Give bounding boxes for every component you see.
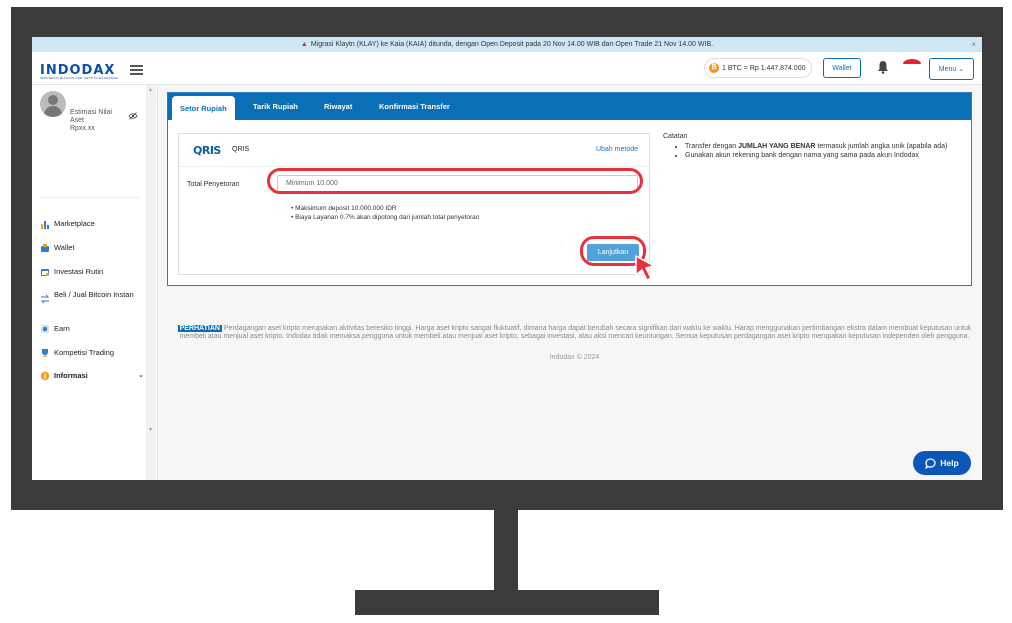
tab-tarik-rupiah[interactable]: Tarik Rupiah bbox=[253, 93, 298, 120]
deposit-card: Setor Rupiah Tarik Rupiah Riwayat Konfir… bbox=[167, 92, 972, 286]
copyright: Indodax © 2024 bbox=[549, 354, 600, 361]
sidebar-scrollbar[interactable]: ▲ ▼ bbox=[146, 85, 156, 480]
wallet-button[interactable]: Wallet bbox=[823, 58, 861, 78]
tab-konfirmasi-transfer[interactable]: Konfirmasi Transfer bbox=[379, 93, 450, 120]
catatan-item1-prefix: Transfer dengan bbox=[685, 143, 739, 150]
menu-button-label: Menu bbox=[938, 65, 957, 73]
announcement-close-button[interactable]: × bbox=[971, 40, 976, 49]
sidebar-item-beli-jual-instan[interactable]: Beli / Jual Bitcoin Instan bbox=[40, 290, 144, 304]
sidebar-item-investasi-rutin[interactable]: Investasi Rutin bbox=[40, 267, 144, 277]
deposit-note: Biaya Layanan 0.7% akan dipotong dari ju… bbox=[291, 213, 479, 222]
menu-button[interactable]: Menu ⌄ bbox=[929, 58, 974, 80]
monitor-stand-neck bbox=[494, 510, 518, 590]
tab-setor-rupiah[interactable]: Setor Rupiah bbox=[172, 96, 235, 120]
eye-slash-icon[interactable] bbox=[128, 112, 138, 120]
help-button[interactable]: Help bbox=[913, 451, 971, 475]
catatan-list: Transfer dengan JUMLAH YANG BENAR termas… bbox=[663, 142, 963, 160]
catatan-item1-bold: JUMLAH YANG BENAR bbox=[738, 143, 816, 150]
estimasi-value: Rpxx.xx bbox=[70, 125, 95, 132]
hamburger-menu-icon[interactable] bbox=[130, 65, 143, 75]
chevron-down-icon: ⌄ bbox=[138, 372, 144, 379]
amount-label: Total Penyetoran bbox=[187, 181, 240, 188]
sidebar-item-wallet[interactable]: Wallet bbox=[40, 243, 144, 253]
deposit-method-label: QRIS bbox=[232, 146, 250, 153]
estimasi-label: Estimasi Nilai Aset bbox=[70, 109, 113, 124]
logo-subtitle: INDONESIA BITCOIN AND CRYPTO EXCHANGE bbox=[40, 76, 119, 80]
perhatian-badge: PERHATIAN bbox=[177, 325, 222, 332]
sidebar-item-label: Marketplace bbox=[54, 219, 95, 228]
trophy-icon bbox=[40, 348, 50, 358]
estimasi-nilai-aset: Estimasi Nilai Aset Rpxx.xx bbox=[70, 109, 122, 133]
info-icon bbox=[40, 371, 50, 381]
sidebar-item-label: Kompetisi Trading bbox=[54, 348, 115, 357]
indonesia-flag-icon[interactable] bbox=[903, 59, 921, 69]
sidebar-item-kompetisi-trading[interactable]: Kompetisi Trading bbox=[40, 348, 144, 358]
swap-icon bbox=[40, 294, 50, 304]
btc-price-text: 1 BTC = Rp 1.447.874.000 bbox=[722, 64, 806, 72]
perhatian-text: Perdagangan aset kripto merupakan aktivi… bbox=[179, 325, 972, 340]
sidebar-item-informasi[interactable]: Informasi ⌄ bbox=[40, 371, 144, 381]
sidebar-item-label: Earn bbox=[54, 324, 70, 333]
amount-input-highlight bbox=[267, 168, 643, 194]
sidebar-item-label: Informasi bbox=[54, 371, 88, 380]
scroll-up-icon[interactable]: ▲ bbox=[148, 87, 153, 93]
sidebar-item-label: Wallet bbox=[54, 243, 75, 252]
announcement-text: Migrasi Klaytn (KLAY) ke Kaia (KAIA) dit… bbox=[310, 41, 714, 48]
change-method-link[interactable]: Ubah metode bbox=[596, 146, 638, 153]
qris-logo: QRIS bbox=[193, 144, 221, 157]
catatan-item1-suffix: termasuk jumlah angka unik (apabila ada) bbox=[815, 143, 948, 150]
btc-price-ticker[interactable]: ₿ 1 BTC = Rp 1.447.874.000 bbox=[704, 58, 813, 78]
tab-bar: Setor Rupiah Tarik Rupiah Riwayat Konfir… bbox=[168, 93, 971, 120]
sidebar-divider bbox=[40, 197, 140, 198]
risk-disclaimer: PERHATIAN Perdagangan aset kripto merupa… bbox=[177, 325, 972, 341]
earn-icon bbox=[40, 324, 50, 334]
flame-icon: ▲ bbox=[300, 41, 308, 48]
catatan-item: Transfer dengan JUMLAH YANG BENAR termas… bbox=[685, 142, 963, 151]
sidebar-item-earn[interactable]: Earn bbox=[40, 324, 144, 334]
deposit-form: QRIS QRIS Ubah metode Total Penyetoran M… bbox=[178, 133, 655, 281]
deposit-method-header: QRIS QRIS Ubah metode bbox=[179, 134, 649, 167]
sidebar-item-label: Investasi Rutin bbox=[54, 267, 104, 276]
help-label: Help bbox=[940, 458, 959, 468]
announcement-bar: ▲ Migrasi Klaytn (KLAY) ke Kaia (KAIA) d… bbox=[32, 37, 982, 52]
deposit-note: Maksimum deposit 10.000.000 IDR bbox=[291, 204, 479, 213]
deposit-notes: Maksimum deposit 10.000.000 IDR Biaya La… bbox=[291, 204, 479, 222]
chevron-down-icon: ⌄ bbox=[958, 66, 965, 73]
sidebar-item-label: Beli / Jual Bitcoin Instan bbox=[54, 290, 134, 299]
sidebar-item-marketplace[interactable]: Marketplace bbox=[40, 219, 144, 229]
catatan-item: Gunakan akun rekening bank dengan nama y… bbox=[685, 151, 963, 160]
wallet-icon bbox=[40, 243, 50, 253]
chat-bubble-icon bbox=[925, 457, 936, 469]
chart-icon bbox=[40, 219, 50, 229]
monitor-stand-base bbox=[355, 590, 659, 615]
bitcoin-icon: ₿ bbox=[709, 63, 719, 73]
top-bar: INDODAX INDONESIA BITCOIN AND CRYPTO EXC… bbox=[32, 52, 982, 85]
avatar[interactable] bbox=[40, 91, 66, 117]
scroll-down-icon[interactable]: ▼ bbox=[148, 427, 153, 433]
bell-icon[interactable] bbox=[877, 60, 889, 74]
tab-riwayat[interactable]: Riwayat bbox=[324, 93, 352, 120]
catatan-panel: Catatan Transfer dengan JUMLAH YANG BENA… bbox=[663, 132, 963, 160]
catatan-title: Catatan bbox=[663, 133, 688, 140]
sidebar: Estimasi Nilai Aset Rpxx.xx Marketplace … bbox=[32, 85, 158, 480]
calendar-icon bbox=[40, 267, 50, 277]
screen: ▲ Migrasi Klaytn (KLAY) ke Kaia (KAIA) d… bbox=[32, 37, 982, 480]
cursor-pointer-icon bbox=[635, 255, 655, 281]
